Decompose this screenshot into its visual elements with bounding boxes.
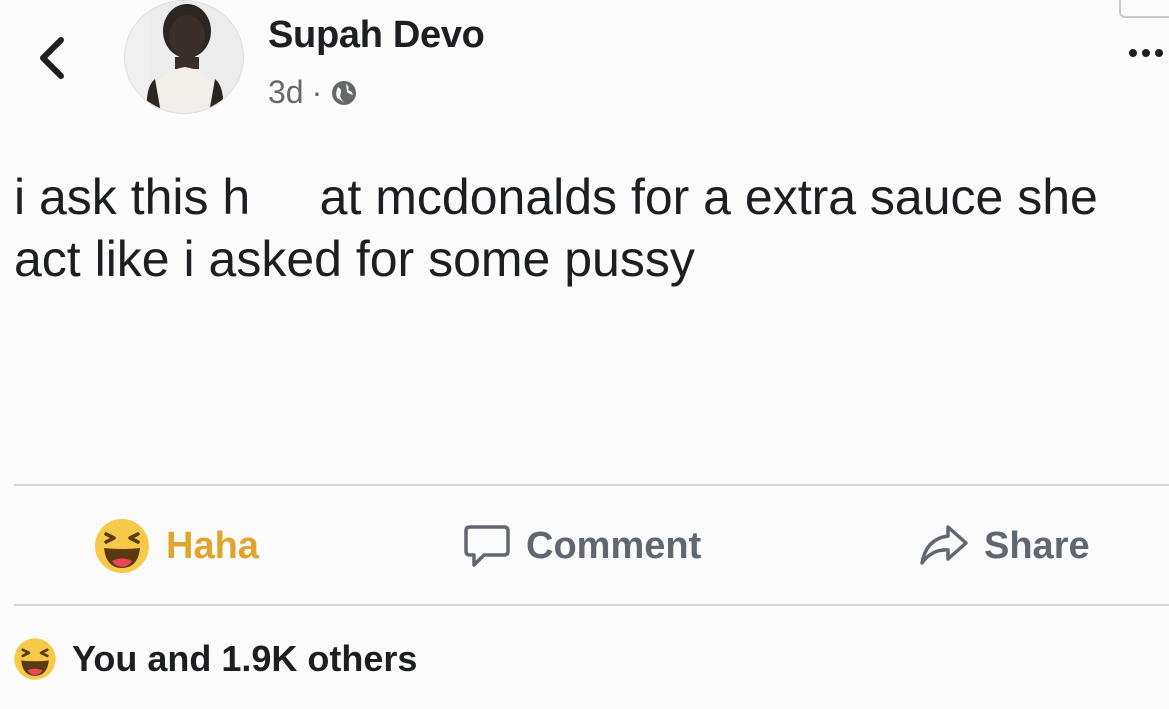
back-button[interactable] — [28, 30, 76, 86]
globe-icon — [332, 80, 357, 105]
more-options-button[interactable] — [1105, 38, 1169, 68]
haha-label: Haha — [166, 524, 259, 567]
reactions-summary[interactable]: You and 1.9K others — [12, 636, 417, 682]
divider-top — [14, 484, 1169, 486]
comment-icon — [464, 525, 510, 567]
meta-separator: · — [311, 74, 323, 110]
more-dot — [1129, 49, 1137, 57]
comment-button[interactable]: Comment — [462, 514, 701, 578]
divider-bottom — [14, 604, 1169, 606]
author-name[interactable]: Supah Devo — [268, 14, 485, 57]
post-text: i ask this h at mcdonalds for a extra sa… — [14, 169, 1098, 287]
post-card: Supah Devo 3d · i ask this h at mcdonald… — [0, 0, 1169, 709]
share-icon — [920, 525, 968, 565]
top-corner-frame — [1119, 0, 1169, 18]
haha-button[interactable]: Haha — [92, 514, 259, 578]
comment-label: Comment — [526, 524, 702, 567]
post-timestamp[interactable]: 3d — [268, 74, 304, 111]
more-dot — [1155, 49, 1163, 57]
action-bar: Haha Comment Share — [0, 492, 1169, 602]
reactions-summary-text: You and 1.9K others — [72, 638, 418, 679]
share-label: Share — [984, 524, 1090, 567]
haha-emoji-icon — [14, 638, 56, 680]
avatar[interactable] — [124, 0, 244, 114]
haha-emoji-icon — [95, 519, 149, 573]
post-meta: 3d · — [268, 74, 358, 111]
profile-photo — [125, 1, 243, 113]
more-dot — [1142, 49, 1150, 57]
chevron-left-icon — [40, 37, 64, 79]
share-button[interactable]: Share — [918, 514, 1090, 578]
